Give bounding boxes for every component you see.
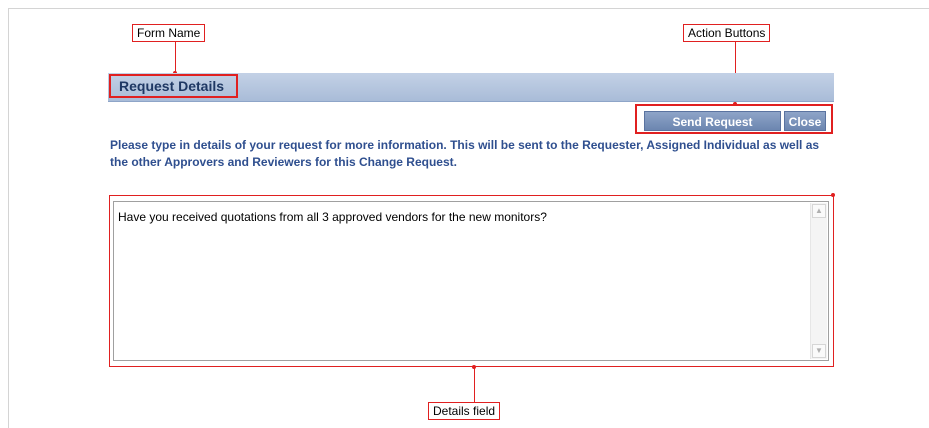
- chevron-down-icon[interactable]: ▼: [812, 344, 826, 358]
- frame-top-border: [8, 8, 929, 9]
- instructions-text: Please type in details of your request f…: [110, 138, 820, 169]
- callout-form-name: Form Name: [132, 24, 206, 42]
- details-textarea[interactable]: Have you received quotations from all 3 …: [113, 201, 829, 361]
- callout-action-buttons: Action Buttons: [683, 24, 771, 42]
- details-field-highlight: Have you received quotations from all 3 …: [109, 195, 834, 367]
- action-buttons-group: Send Request Close: [635, 104, 833, 134]
- details-corner-dot: [831, 193, 835, 197]
- callout-details-field: Details field: [428, 402, 501, 420]
- details-scrollbar[interactable]: ▲ ▼: [810, 203, 827, 359]
- frame-left-border: [8, 8, 9, 428]
- details-text-value: Have you received quotations from all 3 …: [118, 210, 547, 224]
- callout-details-field-line: [474, 367, 475, 402]
- send-request-button[interactable]: Send Request: [644, 111, 781, 131]
- chevron-up-icon[interactable]: ▲: [812, 204, 826, 218]
- callout-form-name-line: [175, 41, 176, 73]
- form-title: Request Details: [109, 74, 238, 98]
- close-button[interactable]: Close: [784, 111, 826, 131]
